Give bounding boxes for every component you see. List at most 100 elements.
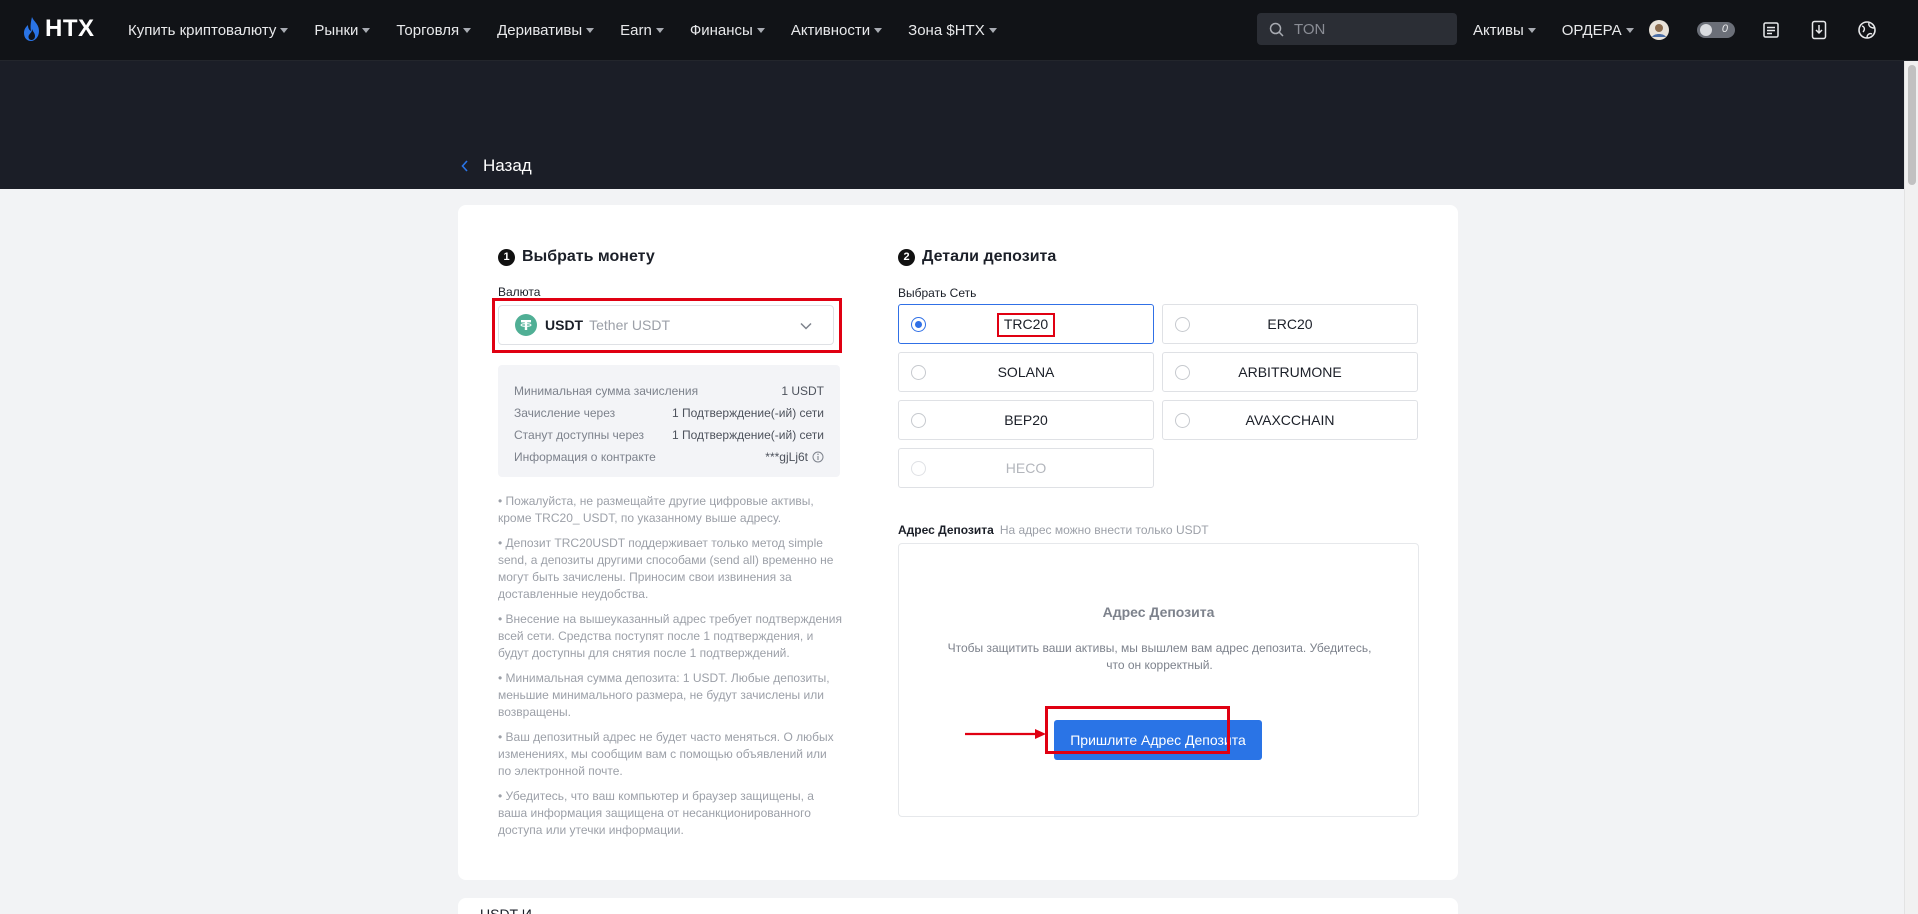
info-icon[interactable] — [812, 451, 824, 463]
network-option-avaxcchain[interactable]: AVAXCCHAIN — [1162, 400, 1418, 440]
caret-down-icon — [988, 28, 997, 33]
search-box[interactable] — [1257, 13, 1457, 45]
menu-activities[interactable]: Активности — [791, 22, 883, 39]
info-row-credit: Зачисление через 1 Подтверждение(-ий) се… — [514, 402, 824, 424]
caret-down-icon — [362, 28, 371, 33]
bottom-card: USDT И... — [458, 898, 1458, 914]
network-label-text: HECO — [1005, 460, 1047, 476]
trc20-highlight — [997, 313, 1055, 337]
menu-label: Деривативы — [497, 21, 583, 39]
address-hint: На адрес можно внести только USDT — [999, 523, 1209, 537]
download-button[interactable] — [1806, 17, 1832, 43]
mode-toggle[interactable]: 0 — [1696, 17, 1736, 43]
scrollbar-thumb[interactable] — [1908, 65, 1916, 185]
language-button[interactable] — [1854, 17, 1880, 43]
orders-menu[interactable]: ОРДЕРА — [1562, 22, 1634, 39]
search-icon — [1269, 22, 1284, 37]
step2-title-text: Детали депозита — [922, 248, 1057, 265]
htx-logo[interactable]: HTX — [22, 15, 95, 43]
note-item: • Минимальная сумма депозита: 1 USDT. Лю… — [498, 671, 830, 719]
note-item: • Ваш депозитный адрес не будет часто ме… — [498, 730, 834, 778]
info-label: Зачисление через — [514, 406, 616, 420]
info-row-contract: Информация о контракте ***gjLj6t — [514, 446, 824, 468]
deposit-address-label: Адрес Депозита На адрес можно внести тол… — [898, 523, 1209, 537]
menu-label: Зона $HTX — [908, 21, 985, 39]
step1-number: 1 — [498, 248, 515, 266]
info-label: Станут доступны через — [514, 428, 645, 442]
deposit-address-panel: Адрес Депозита Чтобы защитить ваши актив… — [898, 543, 1419, 817]
caret-down-icon — [756, 28, 765, 33]
note-item: • Пожалуйста, не размещайте другие цифро… — [498, 494, 814, 525]
menu-label: Торговля — [396, 21, 460, 39]
menu-trading[interactable]: Торговля — [396, 21, 472, 39]
radio-icon — [911, 365, 926, 380]
caret-down-icon — [1527, 28, 1536, 33]
toggle-badge: 0 — [1721, 23, 1728, 35]
network-option-erc20[interactable]: ERC20 — [1162, 304, 1418, 344]
caret-down-icon — [280, 28, 289, 33]
assets-menu[interactable]: Активы — [1473, 22, 1536, 39]
step2-title: 2 Детали депозита — [898, 248, 1056, 266]
right-navigation: Активы ОРДЕРА — [1473, 0, 1660, 60]
note-item: • Убедитесь, что ваш компьютер и браузер… — [498, 789, 814, 837]
network-label-text: SOLANA — [997, 364, 1055, 380]
deposit-notes: • Пожалуйста, не размещайте другие цифро… — [498, 493, 843, 847]
menu-label: Финансы — [689, 21, 753, 39]
menu-finance[interactable]: Финансы — [690, 22, 765, 39]
menu-markets[interactable]: Рынки — [314, 22, 371, 39]
arrow-right-icon — [965, 729, 1046, 739]
main-menu: Купить криптовалюту Рынки Торговля Дерив… — [128, 0, 1023, 60]
toggle-knob — [1700, 24, 1712, 36]
avatar-icon — [1649, 20, 1669, 40]
network-option-solana[interactable]: SOLANA — [898, 352, 1154, 392]
network-label-text: ARBITRUMONE — [1238, 364, 1342, 380]
orders-doc-button[interactable] — [1758, 17, 1784, 43]
step1-title-text: Выбрать монету — [522, 248, 655, 265]
menu-buy-crypto[interactable]: Купить криптовалюту — [128, 21, 289, 39]
page-scrollbar[interactable] — [1904, 61, 1918, 914]
caret-down-icon — [655, 28, 664, 33]
note-item: • Внесение на вышеуказанный адрес требуе… — [498, 612, 842, 660]
menu-earn[interactable]: Earn — [620, 22, 664, 39]
info-row-min-amount: Минимальная сумма зачисления 1 USDT — [514, 380, 824, 402]
search-input[interactable] — [1294, 20, 1444, 38]
network-option-arbitrumone[interactable]: ARBITRUMONE — [1162, 352, 1418, 392]
menu-label: Купить криптовалюту — [128, 21, 277, 39]
menu-label: Earn — [620, 21, 652, 39]
menu-derivatives[interactable]: Деривативы — [497, 21, 595, 39]
document-icon — [1763, 22, 1779, 38]
toggle-track: 0 — [1697, 22, 1735, 38]
network-option-bep20[interactable]: BEP20 — [898, 400, 1154, 440]
caret-down-icon — [1625, 28, 1634, 33]
radio-icon — [911, 413, 926, 428]
radio-icon — [1175, 413, 1190, 428]
coin-info-box: Минимальная сумма зачисления 1 USDT Зачи… — [498, 365, 840, 477]
step1-title: 1 Выбрать монету — [498, 248, 655, 266]
logo-text: HTX — [45, 15, 95, 42]
orders-label: ОРДЕРА — [1561, 21, 1622, 39]
avatar[interactable] — [1646, 17, 1672, 43]
network-option-heco[interactable]: HECO — [898, 448, 1154, 488]
caret-down-icon — [874, 28, 883, 33]
info-value: 1 Подтверждение(-ий) сети — [671, 406, 824, 420]
download-icon — [1811, 20, 1827, 40]
menu-htx-zone[interactable]: Зона $HTX — [908, 22, 997, 39]
radio-icon — [1175, 317, 1190, 332]
info-row-available: Станут доступны через 1 Подтверждение(-и… — [514, 424, 824, 446]
deposit-card: 1 Выбрать монету Валюта USDT Tether USDT… — [458, 205, 1458, 880]
contract-value: ***gjLj6t — [765, 450, 808, 464]
step2-number: 2 — [898, 248, 915, 266]
info-value: 1 USDT — [781, 384, 824, 398]
bottom-card-title: USDT И... — [480, 906, 544, 914]
chevron-left-icon — [461, 160, 468, 172]
assets-label: Активы — [1473, 21, 1524, 39]
contract-info[interactable]: ***gjLj6t — [765, 450, 824, 464]
info-label: Минимальная сумма зачисления — [514, 384, 699, 398]
address-panel-title: Адрес Депозита — [1102, 604, 1215, 620]
back-link[interactable]: Назад — [461, 156, 532, 176]
flame-icon — [24, 17, 39, 41]
address-label-text: Адрес Депозита — [898, 523, 994, 537]
network-label-text: AVAXCCHAIN — [1245, 412, 1335, 428]
network-label-text: BEP20 — [1004, 412, 1048, 428]
back-label: Назад — [483, 156, 532, 175]
